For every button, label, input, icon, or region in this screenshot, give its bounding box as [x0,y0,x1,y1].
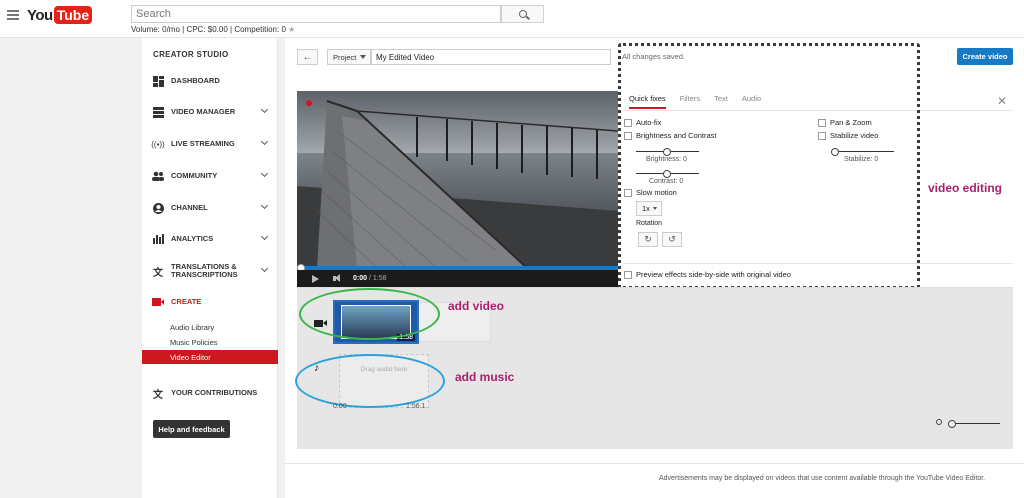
dashboard-icon [152,75,164,87]
chevron-down-icon[interactable] [260,105,269,114]
sidebar-subitem-music-policies[interactable]: Music Policies [142,335,278,349]
volume-icon[interactable] [333,274,343,283]
channel-icon [152,202,164,214]
analytics-icon [152,233,164,245]
footer-divider [285,463,1024,464]
video-time: 0:00 / 1:58 [353,275,386,282]
sidebar-item-label: COMMUNITY [171,171,218,180]
timeline-end-time: 1:56.1 [406,403,426,410]
zoom-knob[interactable] [948,419,956,428]
sidebar-item-label: ANALYTICS [171,234,214,243]
sidebar-item-channel[interactable]: CHANNEL [142,198,278,218]
add-music-highlight [295,354,445,408]
sidebar-item-translations[interactable]: 文 TRANSLATIONS & TRANSCRIPTIONS [142,261,278,281]
sidebar-item-label: YOUR CONTRIBUTIONS [171,388,258,397]
timeline-zoom-slider[interactable] [948,419,1000,428]
translate-icon: 文 [153,267,163,279]
pier-image [297,100,618,268]
footer-notice: Advertisements may be displayed on video… [659,475,986,482]
annotation-add-video: add video [448,299,505,313]
sidebar-item-label: CHANNEL [171,203,208,212]
sidebar-item-analytics[interactable]: ANALYTICS [142,229,278,249]
menu-icon[interactable] [7,10,19,20]
video-manager-icon [152,106,164,118]
logo-tube: Tube [53,6,93,24]
create-icon [152,296,164,308]
translations-line2: TRANSCRIPTIONS [171,270,238,279]
video-controls: 0:00 / 1:58 [297,270,618,287]
play-icon[interactable] [312,274,319,283]
sidebar-item-live-streaming[interactable]: ((•)) LIVE STREAMING [142,134,278,154]
zoom-icon [936,419,942,425]
chevron-down-icon[interactable] [260,201,269,210]
search-icon [518,10,527,18]
project-dropdown[interactable]: Project [327,49,371,65]
sidebar-title: CREATOR STUDIO [153,50,229,59]
youtube-logo[interactable]: You Tube [27,6,93,24]
top-bar: You Tube Search Volume: 0/mo | CPC: $0.0… [0,0,1024,38]
sidebar-item-create[interactable]: CREATE [142,292,278,312]
video-editing-highlight [618,43,920,289]
annotation-add-music: add music [455,370,515,384]
close-icon[interactable]: ✕ [997,94,1007,108]
search-button[interactable] [501,5,544,23]
sidebar-subitem-audio-library[interactable]: Audio Library [142,320,278,334]
back-arrow-icon: ← [302,51,313,63]
star-icon[interactable]: ★ [288,25,295,34]
create-video-button[interactable]: Create video [957,48,1013,65]
chevron-down-icon[interactable] [260,169,269,178]
sidebar-item-video-manager[interactable]: VIDEO MANAGER [142,102,278,122]
sidebar-item-label: CREATE [171,297,202,306]
sidebar: CREATOR STUDIO DASHBOARD VIDEO MANAGER (… [142,38,278,498]
translate-icon: 文 [153,389,163,401]
chevron-down-icon[interactable] [260,137,269,146]
timeline-start-time: 0:00 [333,403,347,410]
chevron-down-icon[interactable] [260,264,269,273]
video-preview[interactable]: 0:00 / 1:58 [297,91,618,287]
logo-you: You [27,6,53,24]
timeline: 1:58 add video ♪ Drag audio here add mus… [295,287,1013,449]
annotation-video-editing: video editing [928,181,1003,195]
editor-main: ← Project My Edited Video All changes sa… [285,38,1024,498]
chevron-down-icon[interactable] [260,232,269,241]
sidebar-item-dashboard[interactable]: DASHBOARD [142,71,278,91]
sidebar-item-label: DASHBOARD [171,76,220,85]
community-icon [152,170,164,182]
caret-down-icon [360,55,367,59]
live-streaming-icon: ((•)) [151,139,165,149]
sidebar-subitem-video-editor[interactable]: Video Editor [142,350,278,364]
sidebar-item-label: VIDEO MANAGER [171,107,236,116]
keyword-stats: Volume: 0/mo | CPC: $0.00 | Competition:… [131,25,295,34]
sidebar-item-contributions[interactable]: 文 YOUR CONTRIBUTIONS [142,383,278,403]
back-button[interactable]: ← [297,49,318,65]
help-feedback-button[interactable]: Help and feedback [153,420,230,438]
video-title-input[interactable]: My Edited Video [371,49,611,65]
current-time: 0:00 [353,275,368,282]
duration: / 1:58 [368,275,387,282]
search-input[interactable]: Search [131,5,501,23]
sidebar-item-community[interactable]: COMMUNITY [142,166,278,186]
keyword-stats-text: Volume: 0/mo | CPC: $0.00 | Competition:… [131,25,286,34]
project-label: Project [333,52,357,62]
sidebar-item-label: TRANSLATIONS & TRANSCRIPTIONS [171,263,238,279]
add-video-highlight [299,288,440,340]
sidebar-item-label: LIVE STREAMING [171,139,235,148]
